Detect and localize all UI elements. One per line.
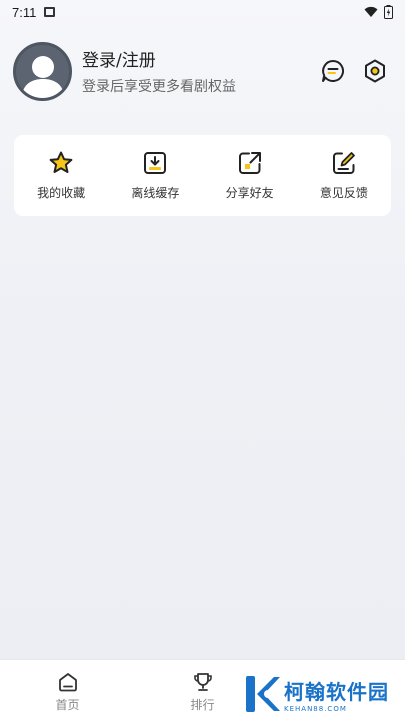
star-icon	[49, 151, 73, 173]
favorites-label: 我的收藏	[37, 186, 86, 200]
share-icon	[238, 152, 261, 174]
status-time: 7:11	[12, 4, 37, 20]
home-icon	[58, 673, 77, 692]
gallery-icon	[44, 7, 56, 17]
watermark-text: 柯翰软件园	[284, 679, 389, 704]
nav-ranking-label: 排行	[190, 698, 215, 712]
login-subtitle: 登录后享受更多看剧权益	[82, 79, 236, 95]
offline-cache-button[interactable]: 离线缓存	[115, 150, 195, 201]
k-logo-icon	[246, 676, 280, 712]
favorites-button[interactable]: 我的收藏	[21, 150, 101, 201]
download-icon	[144, 152, 167, 174]
watermark-logo: 柯翰软件园 KEHAN88.COM	[244, 674, 389, 714]
battery-icon	[384, 5, 393, 19]
user-silhouette-icon	[21, 55, 64, 98]
message-icon[interactable]	[320, 58, 346, 84]
nav-home[interactable]: 首页	[0, 671, 135, 713]
nav-home-label: 首页	[55, 698, 80, 712]
status-bar: 7:11	[0, 0, 405, 24]
feedback-label: 意见反馈	[319, 186, 368, 200]
watermark-url: KEHAN88.COM	[284, 704, 347, 713]
profile-header: 登录/注册 登录后享受更多看剧权益	[13, 41, 392, 101]
login-title[interactable]: 登录/注册	[82, 46, 236, 71]
feedback-button[interactable]: 意见反馈	[304, 150, 384, 201]
offline-cache-label: 离线缓存	[131, 186, 180, 200]
quick-actions-card: 我的收藏 离线缓存 分享好友 意见反馈	[14, 135, 391, 216]
wifi-icon	[364, 6, 378, 17]
share-friends-button[interactable]: 分享好友	[210, 150, 290, 201]
settings-icon[interactable]	[362, 58, 388, 84]
share-friends-label: 分享好友	[225, 186, 274, 200]
login-link[interactable]: 登录/注册 登录后享受更多看剧权益	[82, 46, 236, 96]
avatar[interactable]	[13, 41, 72, 101]
trophy-icon	[193, 673, 212, 691]
feedback-icon	[332, 152, 355, 174]
